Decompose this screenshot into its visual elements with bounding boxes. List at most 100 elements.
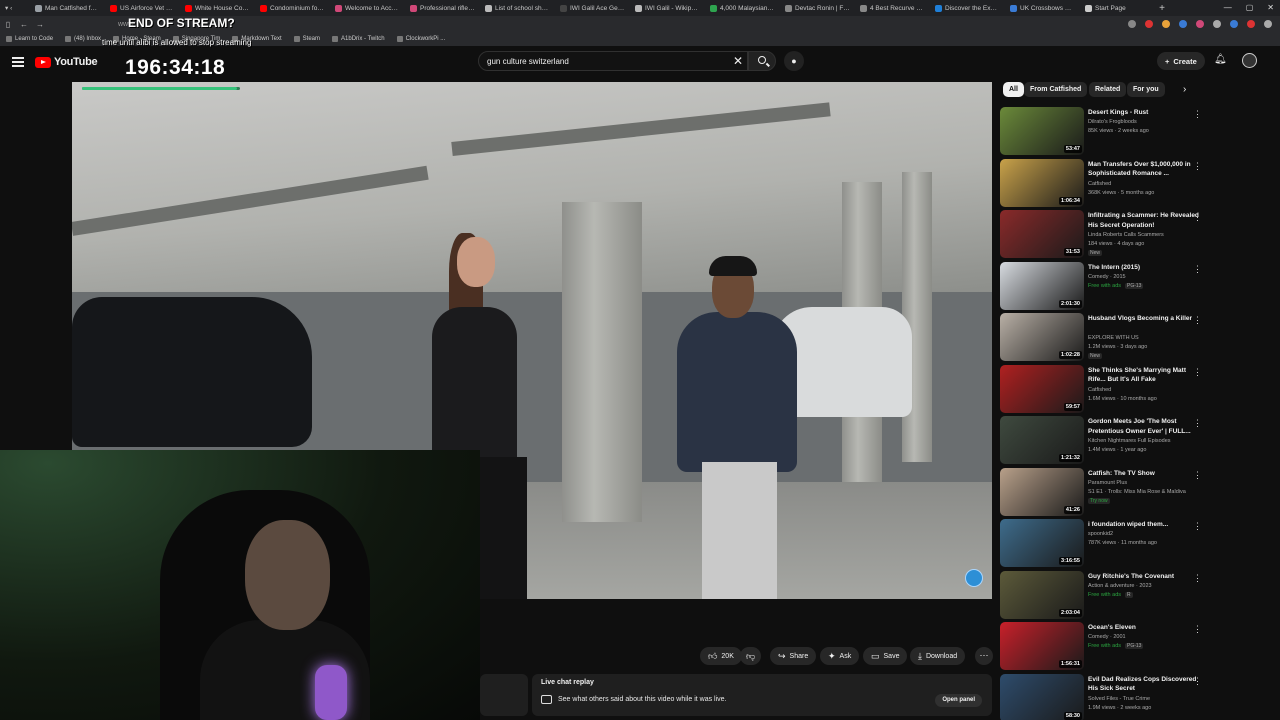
video-channel[interactable]: spoonkid2: [1088, 531, 1113, 537]
related-video-item[interactable]: 2:01:30 The Intern (2015) Comedy · 2015 Fre…: [1000, 261, 1210, 312]
video-menu-icon[interactable]: ⋮: [1193, 109, 1202, 120]
related-video-item[interactable]: 53:47 Desert Kings - Rust Dilrato's Frogbl…: [1000, 107, 1210, 157]
browser-tab[interactable]: UK Crossbows with Fi: [1005, 0, 1080, 16]
filter-chip[interactable]: From Catfished: [1024, 82, 1088, 97]
video-title[interactable]: Guy Ritchie's The Covenant: [1088, 572, 1203, 582]
extension-icon[interactable]: [1145, 20, 1153, 28]
close-icon[interactable]: ✕: [1267, 3, 1274, 12]
video-menu-icon[interactable]: ⋮: [1193, 418, 1202, 429]
sidebar-icon[interactable]: ▯: [0, 20, 16, 29]
related-video-item[interactable]: 1:56:31 Ocean's Eleven Comedy · 2001 Free w…: [1000, 622, 1210, 672]
video-menu-icon[interactable]: ⋮: [1193, 470, 1202, 481]
related-video-item[interactable]: 58:30 Evil Dad Realizes Cops Discovered H…: [1000, 673, 1210, 720]
video-title[interactable]: Man Transfers Over $1,000,000 in Sophist…: [1088, 160, 1203, 179]
browser-tab[interactable]: IWI Galil Ace Gen 2 - F: [555, 0, 630, 16]
video-thumbnail[interactable]: 59:57: [1000, 364, 1084, 413]
video-thumbnail[interactable]: 1:56:31: [1000, 622, 1084, 670]
video-thumbnail[interactable]: 2:03:04: [1000, 570, 1084, 619]
bookmark-item[interactable]: (48) Inbox: [65, 36, 101, 42]
video-channel[interactable]: Catfished: [1088, 387, 1111, 393]
like-button[interactable]: 👍︎ 20K: [700, 647, 742, 665]
video-title[interactable]: The Intern (2015): [1088, 263, 1203, 273]
extension-icon[interactable]: [1213, 20, 1221, 28]
maximize-icon[interactable]: ▢: [1246, 3, 1254, 12]
video-title[interactable]: Gordon Meets Joe 'The Most Pretentious O…: [1088, 417, 1203, 436]
video-menu-icon[interactable]: ⋮: [1193, 367, 1202, 378]
video-channel[interactable]: Comedy · 2015: [1088, 274, 1126, 280]
browser-tab[interactable]: Professional rifle syste: [405, 0, 480, 16]
video-menu-icon[interactable]: ⋮: [1193, 264, 1202, 275]
ask-button[interactable]: ✦ Ask: [820, 647, 860, 665]
video-thumbnail[interactable]: 3:16:55: [1000, 519, 1084, 567]
video-channel[interactable]: EXPLORE WITH US: [1088, 335, 1139, 341]
browser-tab[interactable]: 4,000 Malaysian ringg: [705, 0, 780, 16]
profile-icon[interactable]: [1230, 20, 1238, 28]
video-thumbnail[interactable]: 1:06:34: [1000, 158, 1084, 207]
browser-tab[interactable]: Welcome to Accurac: [330, 0, 405, 16]
related-video-item[interactable]: 41:26 Catfish: The TV Show Paramount Plus S…: [1000, 467, 1210, 518]
browser-tab[interactable]: List of school shootin: [480, 0, 555, 16]
extension-icon[interactable]: [1128, 20, 1136, 28]
related-video-item[interactable]: 1:02:28 Husband Vlogs Becoming a Killer EX…: [1000, 313, 1210, 363]
video-menu-icon[interactable]: ⋮: [1193, 624, 1202, 635]
browser-tab[interactable]: US Airforce Vet Buys: [105, 0, 180, 16]
player-overlay-icon[interactable]: [965, 569, 983, 587]
video-title[interactable]: Husband Vlogs Becoming a Killer: [1088, 314, 1203, 324]
video-thumbnail[interactable]: 53:47: [1000, 107, 1084, 155]
chevron-right-icon[interactable]: ›: [1183, 84, 1186, 95]
notifications-icon[interactable]: 🔔︎: [1214, 54, 1227, 66]
related-video-item[interactable]: 3:16:55 i foundation wiped them... spoonki…: [1000, 519, 1210, 569]
share-button[interactable]: ↪ Share: [770, 647, 817, 665]
video-channel[interactable]: Kitchen Nightmares Full Episodes: [1088, 438, 1171, 444]
video-channel[interactable]: Comedy · 2001: [1088, 634, 1126, 640]
filter-chip[interactable]: Related: [1089, 82, 1127, 97]
filter-chip[interactable]: All: [1003, 82, 1024, 97]
extension-icon[interactable]: [1247, 20, 1255, 28]
browser-tab[interactable]: Discover the Excalibur: [930, 0, 1005, 16]
video-title[interactable]: Ocean's Eleven: [1088, 623, 1203, 633]
extension-icon[interactable]: [1162, 20, 1170, 28]
related-video-item[interactable]: 1:06:34 Man Transfers Over $1,000,000 in …: [1000, 158, 1210, 209]
related-video-item[interactable]: 31:53 Infiltrating a Scammer: He Revealed…: [1000, 210, 1210, 260]
more-actions-icon[interactable]: ⋯: [975, 647, 993, 665]
download-button[interactable]: ⤓ Download: [910, 647, 966, 665]
clear-search-icon[interactable]: ✕: [733, 54, 743, 68]
video-thumbnail[interactable]: 1:21:32: [1000, 416, 1084, 464]
browser-tab[interactable]: Man Catfished for $2: [30, 0, 105, 16]
video-menu-icon[interactable]: ⋮: [1193, 315, 1202, 326]
video-channel[interactable]: Catfished: [1088, 181, 1111, 187]
filter-chip[interactable]: For you: [1127, 82, 1165, 97]
forward-icon[interactable]: →: [32, 20, 48, 29]
bookmark-item[interactable]: ClockworkPi ...: [396, 36, 445, 42]
open-panel-button[interactable]: Open panel: [935, 694, 982, 707]
video-menu-icon[interactable]: ⋮: [1193, 676, 1202, 687]
video-thumbnail[interactable]: 31:53: [1000, 210, 1084, 258]
video-menu-icon[interactable]: ⋮: [1193, 573, 1202, 584]
video-channel[interactable]: Solved Files - True Crime: [1088, 696, 1150, 702]
video-menu-icon[interactable]: ⋮: [1193, 212, 1202, 223]
video-channel[interactable]: Dilrato's Frogbloods: [1088, 119, 1137, 125]
bookmark-item[interactable]: Steam: [293, 36, 320, 42]
window-controls[interactable]: — ▢ ✕: [1224, 3, 1274, 12]
account-avatar[interactable]: [1242, 53, 1257, 68]
menu-icon[interactable]: [12, 57, 24, 67]
video-title[interactable]: She Thinks She's Marrying Matt Rife... B…: [1088, 366, 1203, 385]
video-thumbnail[interactable]: 41:26: [1000, 467, 1084, 516]
browser-tab[interactable]: Condominium for Re: [255, 0, 330, 16]
browser-tab[interactable]: 4 Best Recurve Crossb: [855, 0, 930, 16]
dislike-button[interactable]: 👎︎: [740, 647, 762, 665]
video-title[interactable]: Desert Kings - Rust: [1088, 108, 1203, 118]
save-button[interactable]: ▭ Save: [863, 647, 908, 665]
back-icon[interactable]: ←: [16, 20, 32, 29]
youtube-logo[interactable]: YouTube: [35, 56, 98, 68]
video-channel[interactable]: Action & adventure · 2023: [1088, 583, 1152, 589]
video-title[interactable]: Catfish: The TV Show: [1088, 469, 1203, 479]
search-input[interactable]: gun culture switzerland ✕: [478, 51, 748, 71]
bookmark-item[interactable]: Learn to Code: [6, 36, 53, 42]
video-menu-icon[interactable]: ⋮: [1193, 521, 1202, 532]
video-thumbnail[interactable]: 1:02:28: [1000, 313, 1084, 361]
video-channel[interactable]: Paramount Plus: [1088, 480, 1127, 486]
video-thumbnail[interactable]: 58:30: [1000, 673, 1084, 720]
browser-tab[interactable]: Start Page: [1080, 0, 1155, 16]
video-channel[interactable]: Linda Roberts Calls Scammers: [1088, 232, 1164, 238]
